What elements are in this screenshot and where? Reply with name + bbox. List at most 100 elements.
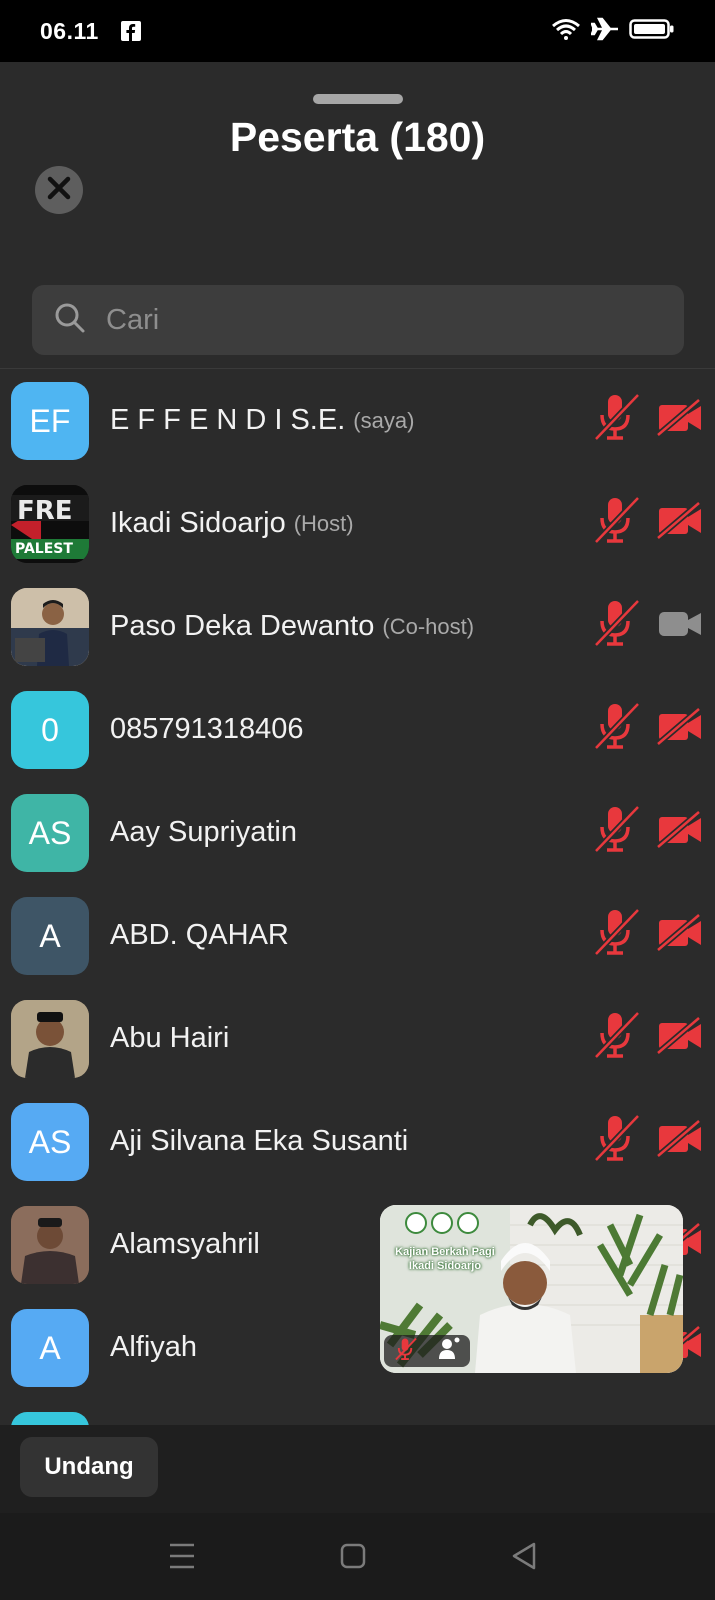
participant-name-text: Aji Silvana Eka Susanti bbox=[110, 1125, 409, 1157]
avatar-photo bbox=[11, 1206, 89, 1284]
close-button[interactable] bbox=[35, 166, 83, 214]
video-caption-line2: Ikadi Sidoarjo bbox=[408, 1260, 482, 1272]
mic-muted-icon[interactable] bbox=[593, 392, 641, 446]
participant-row[interactable]: AS Aay Supriyatin bbox=[0, 781, 715, 884]
search-bar[interactable] bbox=[32, 285, 684, 355]
facebook-icon bbox=[120, 21, 141, 41]
avatar-initials: EF bbox=[29, 402, 71, 439]
participant-name: Alamsyahril bbox=[110, 1193, 260, 1296]
avatar-initials: AS bbox=[28, 814, 72, 851]
participants-header: Peserta (180) bbox=[0, 62, 715, 368]
avatar-photo bbox=[11, 588, 89, 666]
video-off-icon[interactable] bbox=[656, 1118, 703, 1163]
mic-muted-icon[interactable] bbox=[593, 1113, 641, 1167]
drag-handle[interactable] bbox=[313, 94, 403, 104]
video-off-icon[interactable] bbox=[656, 706, 703, 751]
participant-name-text: Alfiyah bbox=[110, 1331, 198, 1363]
system-nav-bar bbox=[0, 1513, 715, 1600]
avatar bbox=[11, 1206, 89, 1284]
avatar: AS bbox=[11, 1103, 89, 1181]
participant-name-text: Ikadi Sidoarjo bbox=[110, 507, 286, 539]
participant-name: Ikadi Sidoarjo (Host) bbox=[110, 472, 354, 575]
participant-row[interactable]: Abu Hairi bbox=[0, 987, 715, 1090]
participant-row[interactable] bbox=[0, 1399, 715, 1425]
video-caption: Kajian Berkah Pagi Ikadi Sidoarjo bbox=[380, 1245, 510, 1273]
close-icon bbox=[46, 175, 72, 206]
status-icons bbox=[551, 17, 675, 46]
participant-name-text: Alamsyahril bbox=[110, 1228, 260, 1260]
bottom-toolbar: Undang bbox=[0, 1425, 715, 1513]
avatar-photo bbox=[11, 1000, 89, 1078]
participant-row[interactable]: A ABD. QAHAR bbox=[0, 884, 715, 987]
avatar-initials: A bbox=[39, 917, 61, 954]
participant-name: E F F E N D I S.E. (saya) bbox=[110, 369, 414, 472]
mic-muted-icon[interactable] bbox=[593, 598, 641, 652]
video-off-icon[interactable] bbox=[656, 397, 703, 442]
avatar: 0 bbox=[11, 691, 89, 769]
video-preview-controls bbox=[384, 1335, 470, 1367]
avatar: EF bbox=[11, 382, 89, 460]
svg-text:PALEST: PALEST bbox=[15, 541, 73, 557]
participant-row[interactable]: 0 085791318406 bbox=[0, 678, 715, 781]
avatar bbox=[11, 1000, 89, 1078]
participant-name-text: E F F E N D I S.E. bbox=[110, 404, 346, 436]
participant-name-text: ABD. QAHAR bbox=[110, 919, 289, 951]
search-icon bbox=[54, 302, 86, 339]
video-off-icon[interactable] bbox=[656, 500, 703, 545]
participant-name-text: 085791318406 bbox=[110, 713, 304, 745]
mic-muted-icon[interactable] bbox=[593, 495, 641, 549]
mic-muted-icon[interactable] bbox=[593, 701, 641, 755]
page-title: Peserta (180) bbox=[229, 114, 486, 160]
invite-button[interactable]: Undang bbox=[20, 1437, 158, 1497]
avatar: AS bbox=[11, 794, 89, 872]
participant-name-text: Aay Supriyatin bbox=[110, 816, 297, 848]
participant-row[interactable]: FRE PALEST Ikadi Sidoarjo (Host) bbox=[0, 472, 715, 575]
avatar: A bbox=[11, 1309, 89, 1387]
participant-row[interactable]: AS Aji Silvana Eka Susanti bbox=[0, 1090, 715, 1193]
participant-name: Aji Silvana Eka Susanti bbox=[110, 1090, 408, 1193]
participant-role: (saya) bbox=[353, 407, 415, 433]
speaker-person-icon[interactable] bbox=[438, 1337, 460, 1366]
avatar-initials: 0 bbox=[41, 711, 59, 748]
mic-muted-icon[interactable] bbox=[593, 907, 641, 961]
participant-name: ABD. QAHAR bbox=[110, 884, 289, 987]
avatar bbox=[11, 1412, 89, 1425]
airplane-icon bbox=[590, 17, 619, 46]
video-off-icon[interactable] bbox=[656, 1015, 703, 1060]
participant-role: (Host) bbox=[293, 510, 354, 536]
participant-row[interactable]: Paso Deka Dewanto (Co-host) bbox=[0, 575, 715, 678]
participant-row[interactable]: EF E F F E N D I S.E. (saya) bbox=[0, 369, 715, 472]
participant-name: Abu Hairi bbox=[110, 987, 229, 1090]
participant-role: (Co-host) bbox=[382, 613, 475, 639]
battery-icon bbox=[629, 18, 675, 45]
video-caption-line1: Kajian Berkah Pagi bbox=[395, 1246, 495, 1258]
avatar: FRE PALEST bbox=[11, 485, 89, 563]
avatar-free-palestine-image: FRE PALEST bbox=[11, 485, 89, 563]
avatar bbox=[11, 588, 89, 666]
participant-name: Paso Deka Dewanto (Co-host) bbox=[110, 575, 474, 678]
status-time: 06.11 bbox=[40, 17, 99, 44]
participant-name: Aay Supriyatin bbox=[110, 781, 297, 884]
participant-name-text: Paso Deka Dewanto bbox=[110, 610, 375, 642]
status-bar: 06.11 bbox=[0, 0, 715, 62]
avatar-initials: A bbox=[39, 1329, 61, 1366]
wifi-icon bbox=[551, 18, 581, 45]
svg-text:FRE: FRE bbox=[17, 496, 73, 526]
participant-name: Alfiyah bbox=[110, 1296, 197, 1399]
avatar: A bbox=[11, 897, 89, 975]
video-camera-icon[interactable] bbox=[657, 605, 703, 648]
menu-icon[interactable] bbox=[168, 1541, 196, 1576]
participants-screen: 06.11 Peserta (180) Cari EF E F F E N D … bbox=[0, 0, 715, 1600]
mic-muted-icon[interactable] bbox=[394, 1337, 417, 1366]
mic-muted-icon[interactable] bbox=[593, 1010, 641, 1064]
video-preview[interactable]: Kajian Berkah Pagi Ikadi Sidoarjo bbox=[380, 1205, 683, 1373]
participant-name: 085791318406 bbox=[110, 678, 304, 781]
back-icon[interactable] bbox=[510, 1541, 538, 1576]
search-input[interactable] bbox=[106, 303, 646, 337]
home-icon[interactable] bbox=[340, 1541, 366, 1576]
participant-name-text: Abu Hairi bbox=[110, 1022, 230, 1054]
video-off-icon[interactable] bbox=[656, 912, 703, 957]
mic-muted-icon[interactable] bbox=[593, 804, 641, 858]
avatar-initials: AS bbox=[28, 1123, 72, 1160]
video-off-icon[interactable] bbox=[656, 809, 703, 854]
